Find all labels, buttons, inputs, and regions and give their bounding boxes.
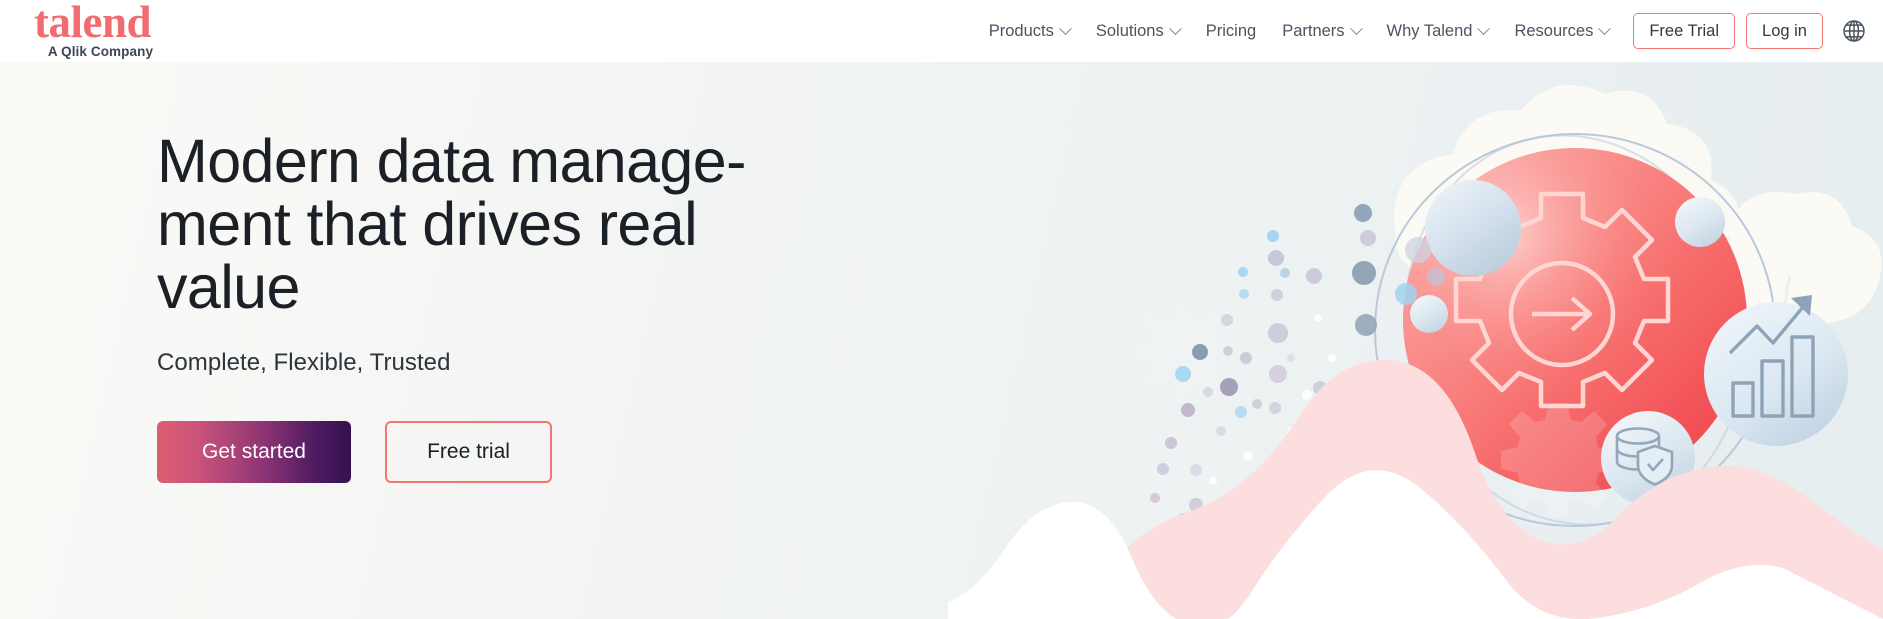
free-trial-hero-button[interactable]: Free trial [385, 421, 552, 484]
globe-icon[interactable] [1841, 18, 1867, 44]
sphere-tiny-c [1395, 283, 1417, 305]
page-title: Modern data manage- ment that drives rea… [157, 127, 746, 321]
sphere-small-left [1410, 295, 1448, 333]
nav-item-solutions[interactable]: Solutions [1083, 22, 1193, 41]
hero-subtitle: Complete, Flexible, Trusted [157, 349, 451, 377]
chevron-down-icon [1477, 21, 1491, 35]
chevron-down-icon [1598, 21, 1612, 35]
hero-cta-group: Get started Free trial [157, 421, 877, 484]
nav-label: Why Talend [1386, 21, 1473, 40]
page-root: talend A Qlik Company Products Solutions… [0, 0, 1883, 619]
main-navigation: Products Solutions Pricing Partners Why … [976, 0, 1869, 62]
get-started-button[interactable]: Get started [157, 421, 351, 484]
site-header: talend A Qlik Company Products Solutions… [0, 0, 1883, 62]
nav-item-resources[interactable]: Resources [1501, 22, 1622, 41]
hero-copy: Modern data manage- ment that drives rea… [157, 127, 877, 484]
logo-wordmark: talend [33, 0, 152, 48]
logo-tagline: A Qlik Company [47, 44, 154, 60]
nav-item-pricing[interactable]: Pricing [1193, 22, 1269, 41]
nav-item-why-talend[interactable]: Why Talend [1374, 22, 1502, 41]
sphere-tiny-a [1405, 237, 1431, 263]
sphere-small-right [1675, 197, 1725, 247]
nav-item-partners[interactable]: Partners [1269, 22, 1373, 41]
hero-section: Modern data manage- ment that drives rea… [0, 62, 1883, 619]
nav-label: Solutions [1095, 21, 1164, 40]
nav-label: Partners [1282, 21, 1345, 40]
chevron-down-icon [1058, 21, 1072, 35]
nav-item-products[interactable]: Products [976, 22, 1083, 41]
nav-label: Products [988, 21, 1054, 40]
nav-label: Resources [1514, 21, 1594, 40]
talend-logo[interactable]: talend A Qlik Company [8, 0, 183, 60]
sphere-tiny-b [1427, 268, 1445, 286]
sphere-large [1425, 180, 1521, 276]
nav-label: Pricing [1205, 21, 1257, 40]
chevron-down-icon [1349, 21, 1363, 35]
free-trial-button[interactable]: Free Trial [1633, 13, 1736, 49]
log-in-button[interactable]: Log in [1746, 13, 1823, 49]
chevron-down-icon [1168, 21, 1182, 35]
